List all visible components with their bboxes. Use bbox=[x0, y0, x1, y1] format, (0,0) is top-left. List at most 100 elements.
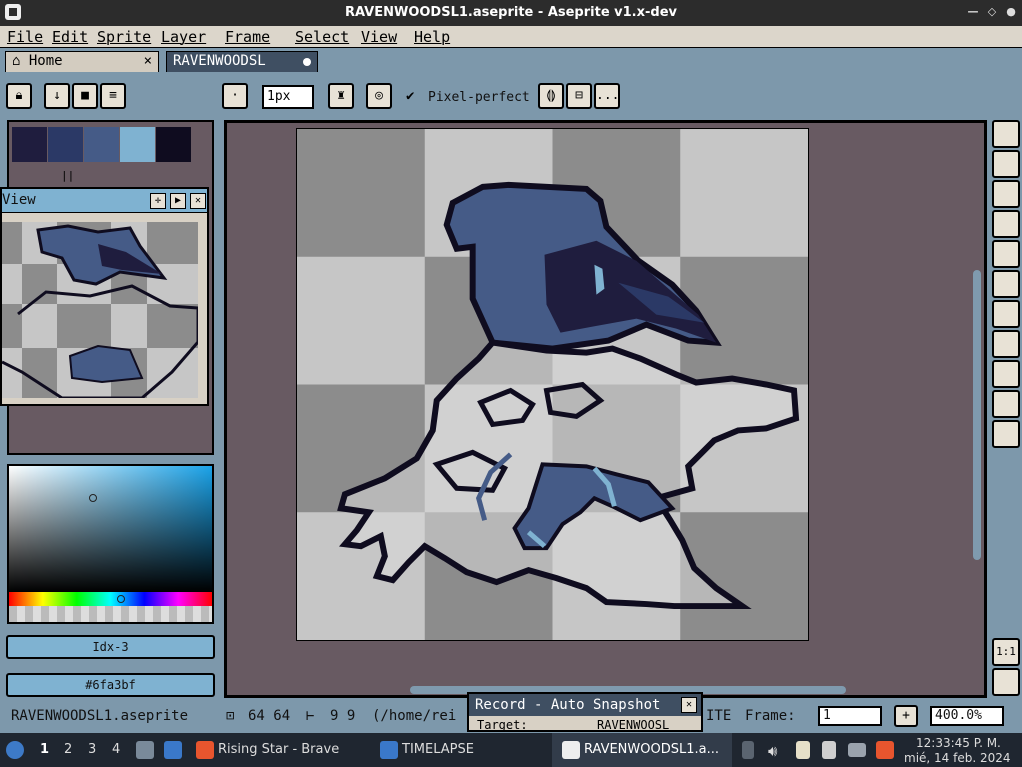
taskbar: 1 2 3 4 Rising Star - Brave TIMELAPSE RA… bbox=[0, 733, 1022, 767]
sort-down-icon[interactable]: ↓ bbox=[44, 83, 70, 109]
unsaved-dot-icon[interactable] bbox=[303, 58, 311, 66]
fill-icon[interactable] bbox=[992, 300, 1020, 328]
add-frame-button[interactable]: + bbox=[894, 705, 918, 727]
brush-size-field[interactable]: 1px bbox=[262, 85, 314, 109]
minimize-icon[interactable]: — bbox=[966, 5, 980, 19]
tab-close-icon[interactable]: × bbox=[144, 52, 152, 71]
clock-time[interactable]: 12:33:45 P. M. bbox=[916, 736, 1001, 750]
saturation-value-field[interactable] bbox=[9, 466, 212, 592]
brave-tray-icon[interactable] bbox=[876, 741, 894, 759]
palette-resize-handle[interactable]: || bbox=[61, 169, 74, 182]
workspace-2[interactable]: 2 bbox=[64, 742, 72, 757]
palette-swatch[interactable] bbox=[48, 127, 83, 162]
checkmark-icon[interactable]: ✔ bbox=[406, 88, 414, 104]
color-index-button[interactable]: Idx-3 bbox=[6, 635, 215, 659]
menu-select[interactable]: Select bbox=[295, 28, 349, 46]
tab-document[interactable]: RAVENWOODSL bbox=[166, 51, 318, 72]
color-picker[interactable] bbox=[7, 464, 214, 624]
volume-icon[interactable]: 🔊︎ bbox=[768, 742, 777, 760]
eraser-icon[interactable] bbox=[992, 180, 1020, 208]
tab-document-label: RAVENWOODSL bbox=[173, 53, 266, 69]
dynamics-icon[interactable]: ◎ bbox=[366, 83, 392, 109]
tab-home-label: Home bbox=[28, 53, 63, 69]
alpha-slider[interactable] bbox=[9, 606, 212, 622]
blur-icon[interactable] bbox=[992, 390, 1020, 418]
preview-window: View ✛ ▶ ✕ bbox=[0, 187, 209, 406]
task-aseprite[interactable]: RAVENWOODSL1.a... bbox=[584, 742, 719, 757]
timeline-icon[interactable] bbox=[992, 668, 1020, 696]
lock-icon[interactable]: 🔒︎ bbox=[6, 83, 32, 109]
folder-icon[interactable] bbox=[164, 741, 182, 759]
rectangle-icon[interactable] bbox=[992, 360, 1020, 388]
eyedropper-icon[interactable] bbox=[992, 210, 1020, 238]
vertical-scrollbar[interactable] bbox=[973, 270, 981, 560]
hue-cursor[interactable] bbox=[117, 595, 125, 603]
close-icon[interactable]: ● bbox=[1004, 5, 1018, 19]
window-titlebar: RAVENWOODSL1.aseprite - Aseprite v1.x-de… bbox=[0, 0, 1022, 26]
frame-field[interactable]: 1 bbox=[818, 706, 882, 726]
menu-file[interactable]: File bbox=[7, 28, 43, 46]
record-dialog: Record - Auto Snapshot ✕ Target: RAVENWO… bbox=[467, 692, 703, 732]
ink-icon[interactable]: ♜ bbox=[328, 83, 354, 109]
pixel-perfect-label[interactable]: Pixel-perfect bbox=[428, 90, 530, 105]
palette-swatch[interactable] bbox=[156, 127, 191, 162]
menu-sprite[interactable]: Sprite bbox=[97, 28, 151, 46]
menu-help[interactable]: Help bbox=[414, 28, 450, 46]
zoom-1-1-button[interactable]: 1:1 bbox=[992, 638, 1020, 666]
status-size: 64 64 bbox=[248, 708, 291, 724]
spray-icon[interactable] bbox=[992, 420, 1020, 448]
notes-icon[interactable] bbox=[822, 741, 836, 759]
preview-center-icon[interactable]: ✛ bbox=[150, 193, 166, 209]
brave-icon[interactable] bbox=[196, 741, 214, 759]
magic-wand-icon[interactable] bbox=[992, 120, 1020, 148]
sv-cursor[interactable] bbox=[89, 494, 97, 502]
more-options-button[interactable]: ... bbox=[594, 83, 620, 109]
move-icon[interactable] bbox=[992, 270, 1020, 298]
record-target-label: Target: bbox=[477, 718, 528, 732]
symmetry-icon[interactable]: ⟬⟭ bbox=[538, 83, 564, 109]
aseprite-icon[interactable] bbox=[562, 741, 580, 759]
brush-type-button[interactable]: · bbox=[222, 83, 248, 109]
file-manager-icon[interactable] bbox=[136, 741, 154, 759]
palette-swatch[interactable] bbox=[84, 127, 119, 162]
status-filename: RAVENWOODSL1.aseprite bbox=[11, 708, 189, 724]
palette-swatch[interactable] bbox=[12, 127, 47, 162]
sprite-canvas[interactable] bbox=[296, 128, 809, 641]
menu-view[interactable]: View bbox=[361, 28, 397, 46]
line-icon[interactable] bbox=[992, 330, 1020, 358]
record-title: Record - Auto Snapshot bbox=[469, 694, 701, 716]
clock-date[interactable]: mié, 14 feb. 2024 bbox=[904, 751, 1011, 765]
hue-slider[interactable] bbox=[9, 592, 212, 606]
task-timelapse[interactable]: TIMELAPSE bbox=[402, 742, 474, 757]
frame-label: Frame: bbox=[745, 708, 796, 724]
pencil-icon[interactable] bbox=[992, 150, 1020, 178]
tray-scroll-icon[interactable] bbox=[742, 741, 754, 759]
zoom-field[interactable]: 400.0% bbox=[930, 706, 1004, 726]
menu-frame[interactable]: Frame bbox=[225, 28, 270, 46]
start-menu-icon[interactable] bbox=[6, 741, 24, 759]
palette-swatch[interactable] bbox=[120, 127, 155, 162]
display-icon[interactable] bbox=[848, 743, 866, 757]
menu-edit[interactable]: Edit bbox=[52, 28, 88, 46]
color-hex-button[interactable]: #6fa3bf bbox=[6, 673, 215, 697]
preview-close-icon[interactable]: ✕ bbox=[190, 193, 206, 209]
task-brave[interactable]: Rising Star - Brave bbox=[218, 742, 339, 757]
folder-icon[interactable] bbox=[380, 741, 398, 759]
home-icon: ⌂ bbox=[12, 53, 21, 69]
preview-play-icon[interactable]: ▶ bbox=[170, 193, 186, 209]
zoom-icon[interactable] bbox=[992, 240, 1020, 268]
square-icon[interactable]: ■ bbox=[72, 83, 98, 109]
clipboard-icon[interactable] bbox=[796, 741, 810, 759]
preview-canvas[interactable] bbox=[2, 222, 198, 398]
record-target-value: RAVENWOOSL bbox=[597, 718, 670, 732]
menu-layer[interactable]: Layer bbox=[161, 28, 206, 46]
maximize-icon[interactable]: ◇ bbox=[985, 5, 999, 19]
workspace-4[interactable]: 4 bbox=[112, 742, 120, 757]
workspace-1[interactable]: 1 bbox=[40, 742, 49, 757]
status-path-tail: ITE bbox=[706, 708, 732, 724]
workspace-3[interactable]: 3 bbox=[88, 742, 96, 757]
record-close-icon[interactable]: ✕ bbox=[681, 697, 697, 713]
tab-home[interactable]: ⌂ Home × bbox=[5, 51, 159, 72]
palette-menu-icon[interactable]: ≡ bbox=[100, 83, 126, 109]
symmetry-horizontal-icon[interactable]: ⊟ bbox=[566, 83, 592, 109]
